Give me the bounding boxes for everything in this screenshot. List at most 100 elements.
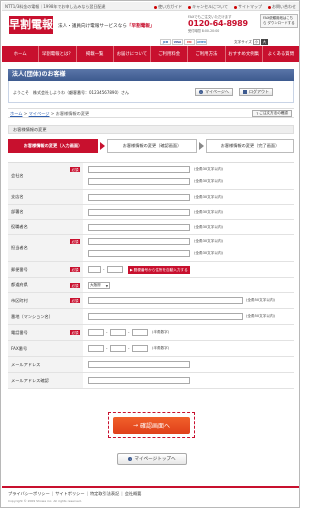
footer-privacy-link[interactable]: プライバシーポリシー [8, 491, 50, 497]
order-help-button[interactable]: ? ご注文方法の確認 [252, 110, 292, 117]
department-input[interactable] [88, 209, 190, 216]
phone-box: FAXでもご注文いただけます 0120-64-8989 受付時間 8:00-20… [188, 14, 256, 33]
confirm-button[interactable]: → 確認画面へ [113, 417, 190, 434]
fax-dash: - [128, 346, 130, 351]
bullet-icon [154, 5, 158, 9]
mypage-button[interactable]: › マイページへ [195, 88, 233, 96]
zip-autofill-label: 郵便番号から住所を自動入力する [133, 267, 188, 272]
zip-first-input[interactable] [88, 266, 101, 273]
prefecture-select[interactable]: 大阪府 ▼ [88, 282, 110, 289]
font-size-small-button[interactable]: 小 [252, 39, 260, 45]
step-input: お客様情報の変更（入力画面） [8, 139, 98, 153]
breadcrumb-mypage[interactable]: マイページ [29, 111, 50, 116]
logout-button-label: ログアウト [249, 89, 269, 94]
arrow-icon: ▶ [130, 268, 133, 272]
phone-third-input[interactable] [132, 329, 148, 336]
zip-second-input[interactable] [107, 266, 123, 273]
top-info-text: NTT1/3料金の電報｜1998年でお申し込みなら翌日配達 [5, 4, 106, 9]
phone-note: (半角数字) [152, 330, 170, 334]
position-input[interactable] [88, 224, 190, 231]
font-size-label: 文字サイズ [234, 39, 252, 44]
guide-link[interactable]: 使い方ガイド [154, 4, 182, 10]
form-row-company: 会社名 必須 (全角30文字以内) (全角30文字以内) [8, 163, 294, 190]
footer-sitepolicy-link[interactable]: サイトポリシー [55, 491, 84, 497]
confirm-button-label: 確認画面へ [140, 423, 171, 430]
logout-button[interactable]: ログアウト [239, 88, 273, 96]
amex-card-icon: AMEX [196, 39, 207, 45]
site-footer: プライバシーポリシー | サイトポリシー | 特定取引法表記 | 会社概要 Copyr… [2, 486, 299, 507]
business-hours: 受付時間 8:00-20:00 [188, 29, 220, 33]
step-confirm: お客様情報の変更（確認画面） [107, 139, 197, 153]
footer-sep: | [51, 491, 54, 496]
logout-icon [243, 90, 247, 94]
fax-third-input[interactable] [132, 345, 148, 352]
street-input[interactable] [88, 313, 243, 320]
footer-company-link[interactable]: 会社概要 [125, 491, 142, 497]
street-note: (全角50文字以内) [246, 314, 275, 318]
branch-input[interactable] [88, 194, 190, 201]
nav-about[interactable]: 早割電報とは？ [39, 46, 77, 62]
fax-download-button[interactable]: FAX依頼用紙はこちら ダウンロードする [260, 14, 298, 28]
form-row-prefecture: 都道府県 必須 大阪府 ▼ [8, 278, 294, 293]
form-row-street: 番地（マンション名） (全角50文字以内) [8, 309, 294, 325]
position-label: 役職者名 [8, 220, 83, 234]
company-kana-input[interactable] [88, 178, 190, 185]
bullet-icon [188, 5, 192, 9]
phone-first-input[interactable] [88, 329, 104, 336]
footer-sep: | [86, 491, 88, 496]
phone-second-input[interactable] [110, 329, 126, 336]
tagline: 法人・議員向け電報サービスなら「早割電報」 [58, 23, 155, 29]
cancel-link[interactable]: キャンセルについて [188, 4, 228, 10]
top-links: 使い方ガイド キャンセルについて サイトマップ お問い合わせ [154, 4, 296, 10]
tagline-brand: 「早割電報」 [126, 24, 155, 29]
form-row-phone: 電話番号 必須 - - (半角数字) [8, 325, 294, 341]
mypage-top-button[interactable]: › マイページトップへ [117, 453, 187, 465]
form-row-email-confirm: メールアドレス確認 [8, 373, 294, 389]
form-row-city: 市区町村 必須 (全角50文字以内) [8, 293, 294, 309]
step-complete: お客様情報の変更（完了画面） [206, 139, 294, 153]
footer-commerce-law-link[interactable]: 特定取引法表記 [90, 491, 119, 497]
email-input[interactable] [88, 361, 190, 368]
step-indicator: お客様情報の変更（入力画面） お客様情報の変更（確認画面） お客様情報の変更（完… [8, 139, 294, 153]
nav-delivery[interactable]: お届けについて [114, 46, 151, 62]
help-icon: ? [256, 111, 259, 116]
form-row-contact: 担当者名 必須 (全角30文字以内) (全角30文字以内) [8, 235, 294, 262]
city-note: (全角50文字以内) [246, 298, 275, 302]
nav-pricing[interactable]: ご利用料金 [151, 46, 189, 62]
site-logo[interactable]: 早割電報 [9, 16, 53, 34]
branch-note: (全角30文字以内) [194, 195, 223, 199]
zip-autofill-button[interactable]: ▶ 郵便番号から住所を自動入力する [128, 266, 190, 274]
email-confirm-label: メールアドレス確認 [8, 373, 83, 388]
visa-card-icon: VISA [172, 39, 183, 45]
nav-faq[interactable]: よくある質問 [263, 46, 299, 62]
nav-howto[interactable]: ご利用方法 [188, 46, 226, 62]
city-input[interactable] [88, 297, 243, 304]
font-size-large-button[interactable]: 大 [260, 39, 268, 45]
contact-name-input[interactable] [88, 238, 190, 245]
fax-first-input[interactable] [88, 345, 104, 352]
step-arrow-icon [199, 142, 204, 150]
prefecture-value: 大阪府 [90, 283, 101, 287]
main-nav: ホーム 早割電報とは？ 掲載一覧 お届けについて ご利用料金 ご利用方法 おすす… [2, 46, 299, 62]
arrow-icon: › [128, 457, 133, 461]
footer-sep: | [121, 491, 123, 496]
company-kana-note: (全角30文字以内) [194, 179, 223, 183]
nav-examples[interactable]: おすすめ文例集 [226, 46, 263, 62]
required-badge: 必須 [70, 283, 80, 288]
zip-dash: - [103, 267, 105, 272]
sitemap-link[interactable]: サイトマップ [234, 4, 262, 10]
company-name-input[interactable] [88, 166, 190, 173]
section-title: お客様情報の変更 [8, 125, 294, 134]
nav-catalog[interactable]: 掲載一覧 [77, 46, 114, 62]
breadcrumb-home[interactable]: ホーム [10, 111, 22, 116]
bullet-icon [234, 5, 237, 9]
contact-link[interactable]: お問い合わせ [268, 4, 296, 10]
contact-kana-input[interactable] [88, 250, 190, 257]
user-info-row: ようこそ 株式会社しようわ（顧客番号：01234567890）さん › マイページ… [8, 81, 294, 103]
email-confirm-input[interactable] [88, 377, 190, 384]
nav-home[interactable]: ホーム [2, 46, 40, 62]
order-help-label: ご注文方法の確認 [259, 111, 288, 115]
street-label: 番地（マンション名） [8, 309, 83, 324]
mastercard-icon: MC [184, 39, 195, 45]
fax-second-input[interactable] [110, 345, 126, 352]
